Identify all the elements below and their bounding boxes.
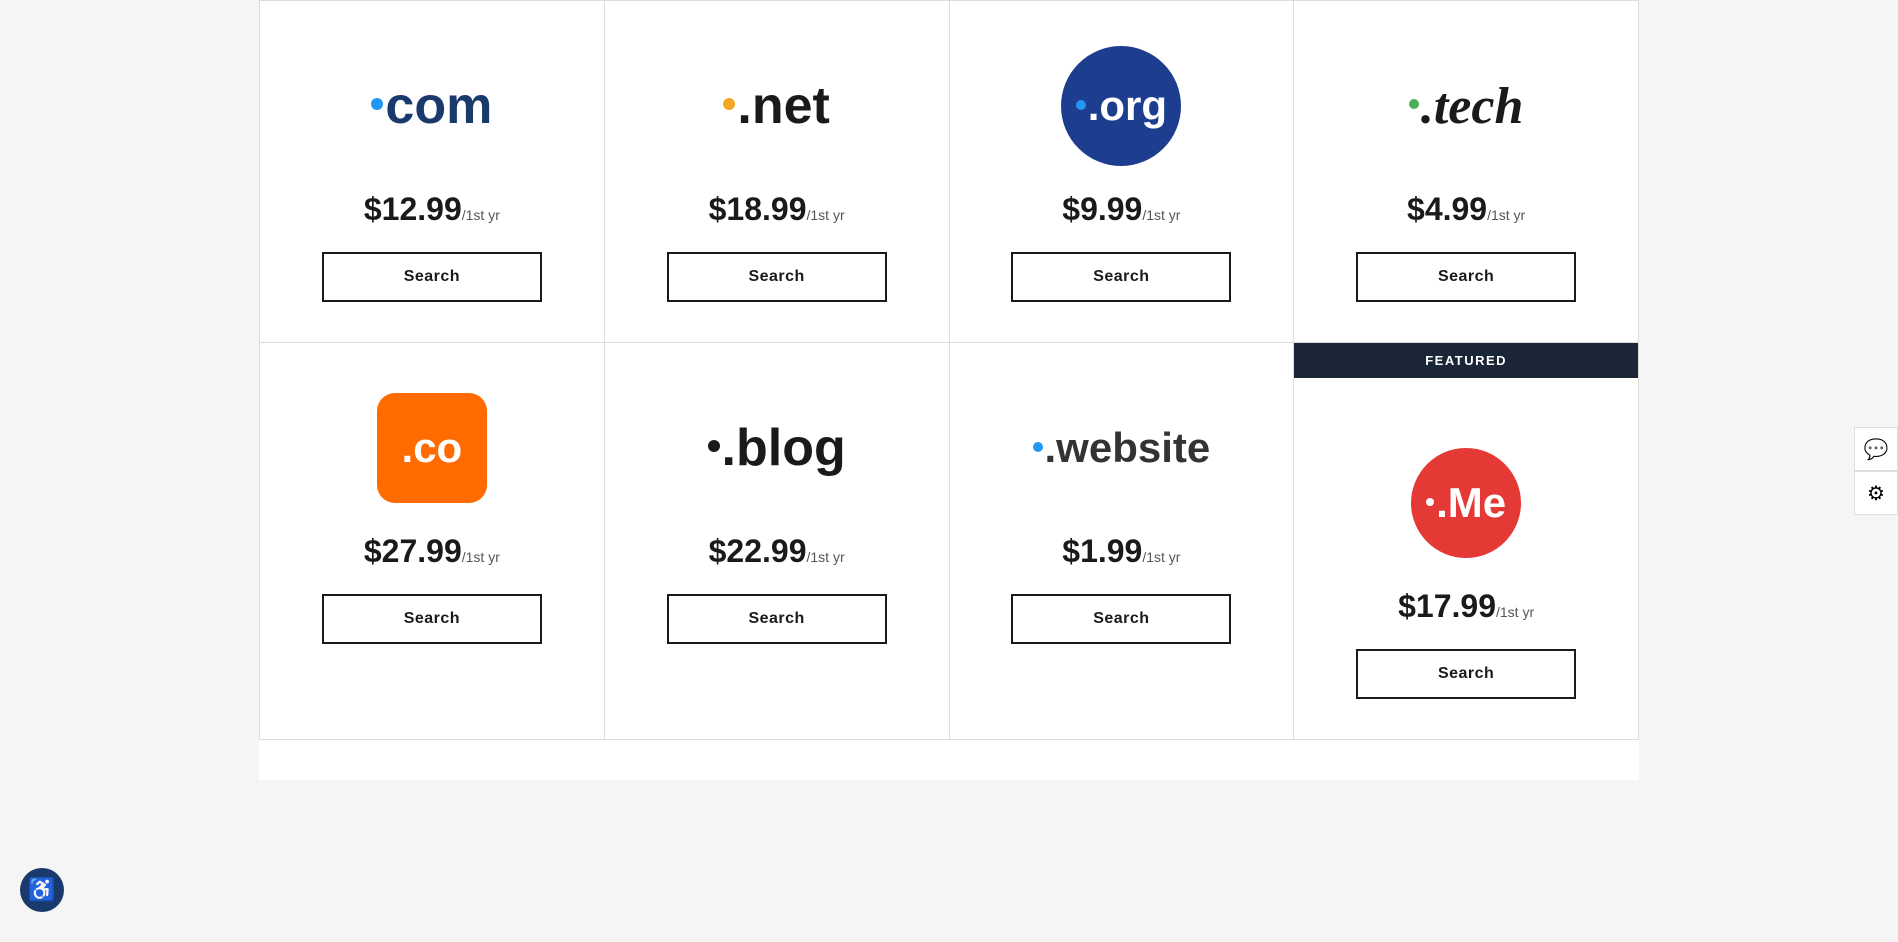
me-price: $17.99 bbox=[1398, 588, 1496, 624]
website-price: $1.99 bbox=[1062, 533, 1142, 569]
featured-banner: FEATURED bbox=[1294, 343, 1638, 378]
domain-card-me: FEATURED .Me $17.99/1st yr Search bbox=[1294, 343, 1639, 740]
org-price: $9.99 bbox=[1062, 191, 1142, 227]
org-text: .org bbox=[1076, 82, 1167, 130]
co-logo: .co bbox=[377, 393, 487, 503]
settings-widget-button[interactable]: ⚙ bbox=[1854, 471, 1898, 515]
me-text: .Me bbox=[1426, 479, 1506, 527]
blog-logo-area: .blog bbox=[708, 383, 846, 513]
co-logo-area: .co bbox=[377, 383, 487, 513]
co-text: .co bbox=[402, 424, 463, 472]
net-dot bbox=[723, 98, 735, 110]
com-price-area: $12.99/1st yr bbox=[364, 191, 500, 228]
org-search-button[interactable]: Search bbox=[1011, 252, 1231, 302]
tech-dot bbox=[1409, 99, 1419, 109]
org-dot bbox=[1076, 100, 1086, 110]
tech-period: /1st yr bbox=[1487, 207, 1525, 223]
org-price-area: $9.99/1st yr bbox=[1062, 191, 1180, 228]
me-period: /1st yr bbox=[1496, 604, 1534, 620]
blog-price: $22.99 bbox=[709, 533, 807, 569]
blog-search-button[interactable]: Search bbox=[667, 594, 887, 644]
co-price-area: $27.99/1st yr bbox=[364, 533, 500, 570]
domain-card-net: .net $18.99/1st yr Search bbox=[605, 1, 950, 343]
website-period: /1st yr bbox=[1142, 549, 1180, 565]
tech-logo-area: .tech bbox=[1409, 41, 1524, 171]
domain-card-website: .website $1.99/1st yr Search bbox=[950, 343, 1295, 740]
website-search-button[interactable]: Search bbox=[1011, 594, 1231, 644]
accessibility-icon: ♿ bbox=[28, 877, 55, 903]
blog-dot bbox=[708, 440, 720, 452]
website-logo: .website bbox=[1033, 424, 1211, 472]
accessibility-widget[interactable]: ♿ bbox=[20, 868, 64, 912]
tech-price-area: $4.99/1st yr bbox=[1407, 191, 1525, 228]
chat-icon: 💬 bbox=[1864, 437, 1889, 462]
blog-price-area: $22.99/1st yr bbox=[709, 533, 845, 570]
domain-grid: com $12.99/1st yr Search .net $18.99/1st… bbox=[259, 0, 1639, 740]
co-search-button[interactable]: Search bbox=[322, 594, 542, 644]
com-logo-area: com bbox=[371, 41, 492, 171]
chat-widget-button[interactable]: 💬 bbox=[1854, 427, 1898, 471]
featured-card-content: .Me $17.99/1st yr Search bbox=[1314, 383, 1618, 699]
tech-price: $4.99 bbox=[1407, 191, 1487, 227]
com-logo: com bbox=[371, 76, 492, 136]
me-price-area: $17.99/1st yr bbox=[1398, 588, 1534, 625]
com-dot bbox=[371, 98, 383, 110]
settings-icon: ⚙ bbox=[1867, 481, 1885, 506]
domain-card-co: .co $27.99/1st yr Search bbox=[260, 343, 605, 740]
net-logo: .net bbox=[723, 76, 829, 136]
co-price: $27.99 bbox=[364, 533, 462, 569]
com-price: $12.99 bbox=[364, 191, 462, 227]
domain-card-blog: .blog $22.99/1st yr Search bbox=[605, 343, 950, 740]
org-logo-area: .org bbox=[1061, 41, 1181, 171]
net-logo-area: .net bbox=[723, 41, 829, 171]
website-dot bbox=[1033, 442, 1043, 452]
net-search-button[interactable]: Search bbox=[667, 252, 887, 302]
domain-card-tech: .tech $4.99/1st yr Search bbox=[1294, 1, 1639, 343]
org-logo: .org bbox=[1061, 46, 1181, 166]
blog-period: /1st yr bbox=[807, 549, 845, 565]
org-period: /1st yr bbox=[1142, 207, 1180, 223]
net-period: /1st yr bbox=[807, 207, 845, 223]
blog-logo: .blog bbox=[708, 418, 846, 478]
page-wrapper: com $12.99/1st yr Search .net $18.99/1st… bbox=[259, 0, 1639, 780]
me-logo-area: .Me bbox=[1411, 438, 1521, 568]
me-dot bbox=[1426, 498, 1434, 506]
net-price: $18.99 bbox=[709, 191, 807, 227]
tech-logo: .tech bbox=[1409, 77, 1524, 136]
com-search-button[interactable]: Search bbox=[322, 252, 542, 302]
right-sidebar-widget: 💬 ⚙ bbox=[1854, 427, 1898, 515]
tech-search-button[interactable]: Search bbox=[1356, 252, 1576, 302]
website-price-area: $1.99/1st yr bbox=[1062, 533, 1180, 570]
me-search-button[interactable]: Search bbox=[1356, 649, 1576, 699]
com-period: /1st yr bbox=[462, 207, 500, 223]
domain-card-org: .org $9.99/1st yr Search bbox=[950, 1, 1295, 343]
me-logo: .Me bbox=[1411, 448, 1521, 558]
co-period: /1st yr bbox=[462, 549, 500, 565]
domain-card-com: com $12.99/1st yr Search bbox=[260, 1, 605, 343]
website-logo-area: .website bbox=[1033, 383, 1211, 513]
net-price-area: $18.99/1st yr bbox=[709, 191, 845, 228]
